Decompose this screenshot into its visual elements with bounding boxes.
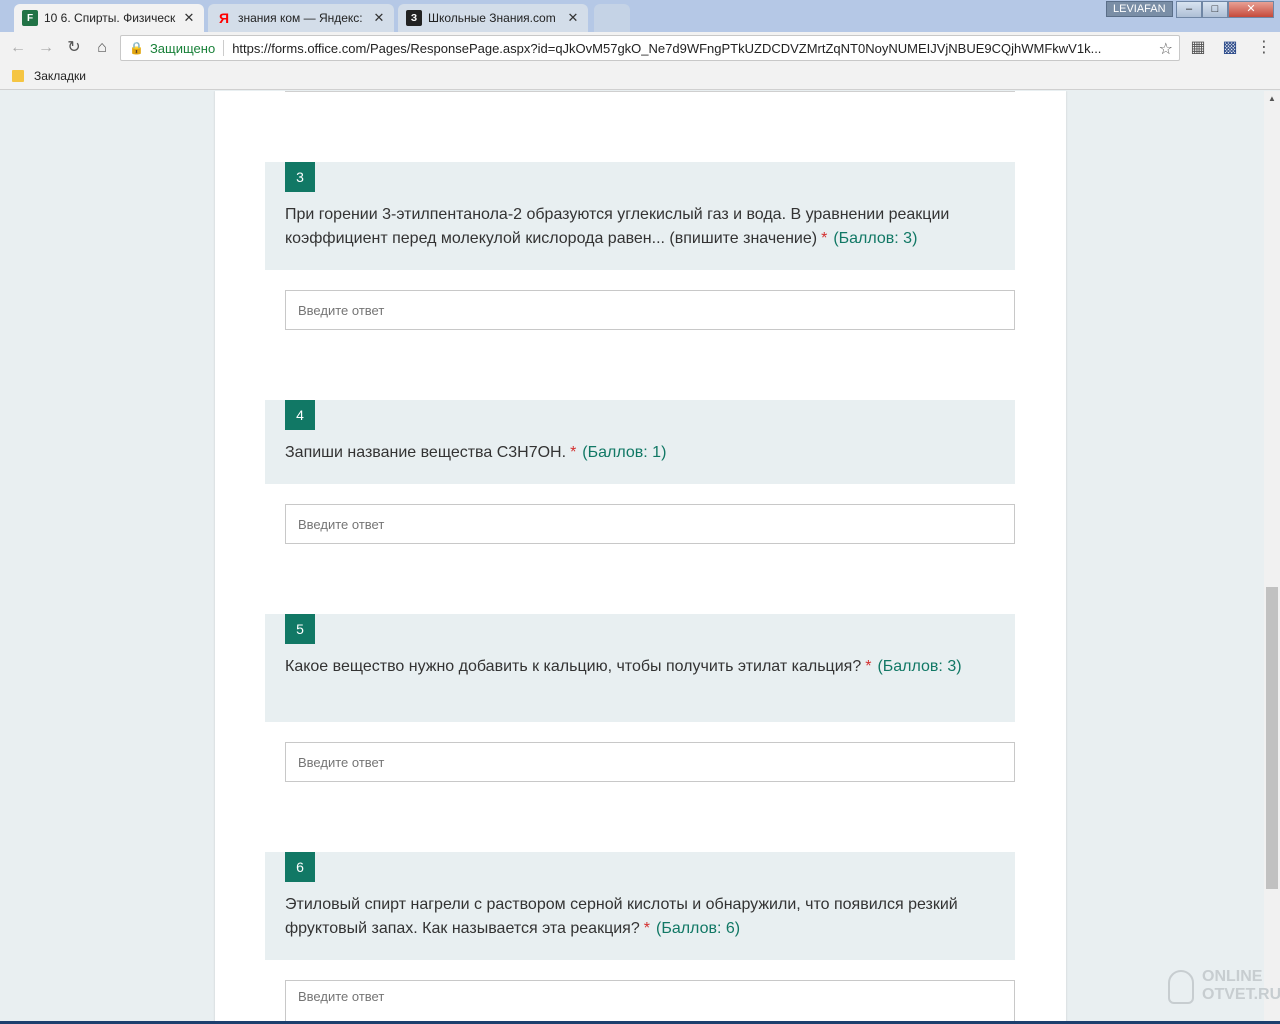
forms-icon: F: [22, 10, 38, 26]
question-4: 4 Запиши название вещества C3H7OH. * (Балл…: [265, 400, 1015, 484]
tab-title: знания ком — Яндекс: н: [238, 11, 366, 25]
close-icon[interactable]: ✕: [182, 10, 196, 26]
menu-icon[interactable]: ⋮: [1254, 38, 1274, 58]
answer-input-6[interactable]: [285, 980, 1015, 1024]
lightbulb-icon: [1168, 970, 1194, 1004]
reload-icon[interactable]: ↻: [64, 38, 84, 58]
bookmarks-bar: Закладки: [0, 64, 1280, 90]
question-number: 5: [285, 614, 315, 644]
previous-answer-edge: [285, 91, 1015, 92]
scrollbar-thumb[interactable]: [1266, 587, 1278, 889]
folder-icon: [12, 70, 24, 82]
question-text: Этиловый спирт нагрели с раствором серно…: [285, 896, 958, 937]
tab-yandex[interactable]: Я знания ком — Яндекс: н ✕: [208, 4, 394, 32]
watermark-line: ONLINE: [1202, 968, 1263, 985]
question-text-block: При горении 3-этилпентанола-2 образуются…: [285, 203, 995, 251]
tab-forms[interactable]: F 10 6. Спирты. Физическ ✕: [14, 4, 204, 32]
apps-icon[interactable]: ▦: [1188, 38, 1208, 58]
tab-title: Школьные Знания.com: [428, 11, 556, 25]
points-label: (Баллов: 6): [655, 920, 741, 937]
star-icon[interactable]: ☆: [1159, 39, 1173, 59]
address-bar[interactable]: 🔒 Защищено https://forms.office.com/Page…: [120, 35, 1180, 61]
tab-title: 10 6. Спирты. Физическ: [44, 11, 176, 25]
question-text: Запиши название вещества C3H7OH.: [285, 444, 567, 461]
watermark-text: ONLINE OTVET.RU: [1202, 968, 1280, 1004]
home-icon[interactable]: ⌂: [92, 38, 112, 58]
question-number: 6: [285, 852, 315, 882]
points-label: (Баллов: 1): [582, 444, 667, 461]
points-label: (Баллов: 3): [833, 230, 918, 247]
question-text-block: Этиловый спирт нагрели с раствором серно…: [285, 893, 995, 941]
answer-input-3[interactable]: [285, 290, 1015, 330]
back-icon[interactable]: ←: [8, 38, 28, 58]
znanija-icon: З: [406, 10, 422, 26]
close-icon[interactable]: ✕: [372, 10, 386, 26]
url-text[interactable]: https://forms.office.com/Pages/ResponseP…: [232, 41, 1142, 56]
question-text: Какое вещество нужно добавить к кальцию,…: [285, 658, 862, 675]
required-marker: *: [865, 658, 872, 675]
bookmarks-folder[interactable]: Закладки: [34, 69, 86, 83]
form-card: 3 При горении 3-этилпентанола-2 образуют…: [215, 91, 1066, 1024]
scrollbar[interactable]: ▲: [1264, 91, 1280, 1024]
profile-badge[interactable]: LEVIAFAN: [1106, 1, 1173, 17]
question-5: 5 Какое вещество нужно добавить к кальци…: [265, 614, 1015, 722]
question-text-block: Какое вещество нужно добавить к кальцию,…: [285, 655, 995, 679]
question-number: 4: [285, 400, 315, 430]
secure-label: Защищено: [149, 40, 216, 56]
tab-znanija[interactable]: З Школьные Знания.com ✕: [398, 4, 588, 32]
close-icon[interactable]: ✕: [566, 10, 580, 26]
answer-input-5[interactable]: [285, 742, 1015, 782]
tab-strip: F 10 6. Спирты. Физическ ✕ Я знания ком …: [0, 0, 1280, 32]
required-marker: *: [643, 920, 650, 937]
watermark-line: OTVET.RU: [1202, 986, 1280, 1003]
new-tab-button[interactable]: [594, 4, 630, 32]
question-number: 3: [285, 162, 315, 192]
points-label: (Баллов: 3): [877, 658, 962, 675]
maximize-button[interactable]: □: [1202, 1, 1228, 18]
question-3: 3 При горении 3-этилпентанола-2 образуют…: [265, 162, 1015, 270]
question-text-block: Запиши название вещества C3H7OH. * (Баллов…: [285, 441, 995, 465]
yandex-icon: Я: [218, 10, 230, 26]
window-close-button[interactable]: ✕: [1228, 1, 1274, 18]
extension-icon[interactable]: ▩: [1220, 38, 1240, 58]
answer-input-4[interactable]: [285, 504, 1015, 544]
page-viewport: 3 При горении 3-этилпентанола-2 образуют…: [0, 91, 1280, 1024]
minimize-button[interactable]: –: [1176, 1, 1202, 18]
divider: [223, 40, 225, 56]
question-6: 6 Этиловый спирт нагрели с раствором сер…: [265, 852, 1015, 960]
required-marker: *: [570, 444, 577, 461]
lock-icon: 🔒: [129, 41, 144, 55]
required-marker: *: [821, 230, 828, 247]
forward-icon[interactable]: →: [36, 38, 56, 58]
scroll-up-arrow-icon[interactable]: ▲: [1264, 91, 1280, 107]
